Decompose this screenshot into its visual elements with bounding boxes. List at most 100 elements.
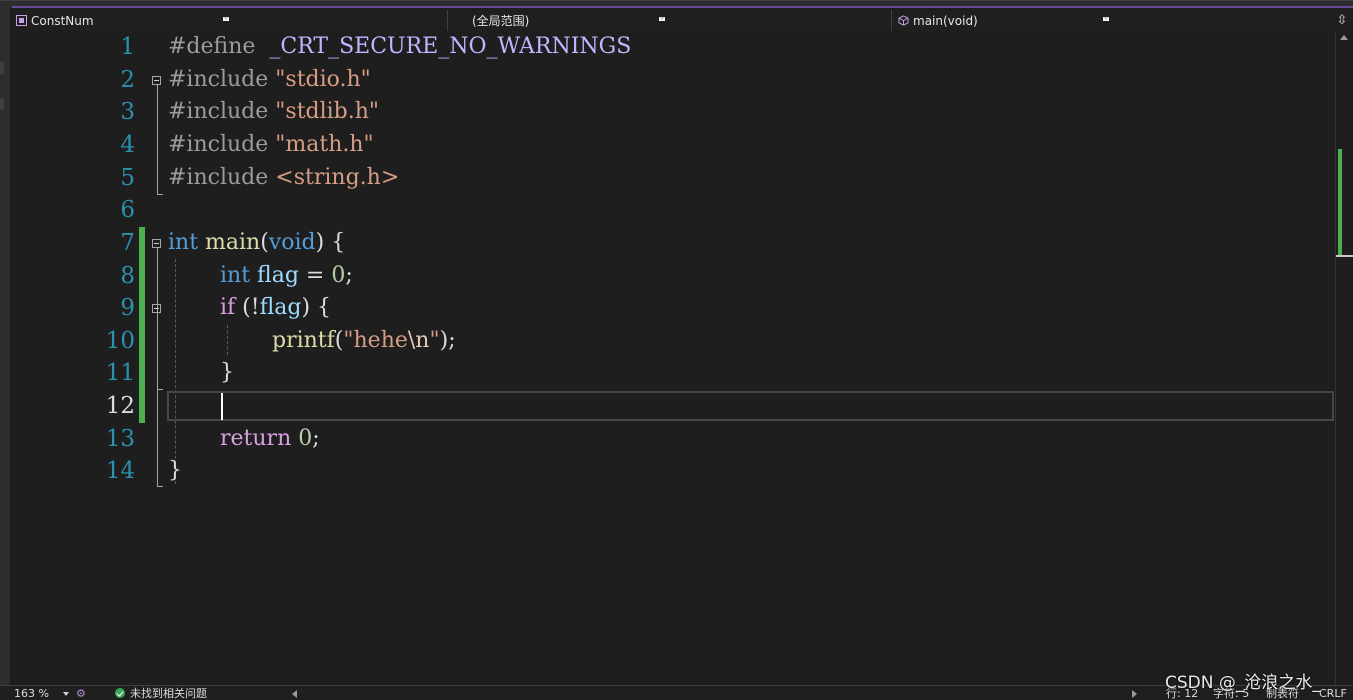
code-line-1: #define _CRT_SECURE_NO_WARNINGS <box>168 31 631 63</box>
issues-status[interactable]: 未找到相关问题 <box>130 687 207 700</box>
member-dropdown[interactable]: main(void) <box>892 10 1331 31</box>
scroll-up-icon[interactable] <box>1340 35 1348 40</box>
indent-guide <box>175 259 176 484</box>
punctuation: ) { <box>315 230 346 255</box>
punctuation: (! <box>235 295 260 320</box>
collapse-toggle-icon[interactable] <box>152 76 161 85</box>
variable: flag <box>259 295 302 320</box>
code-line-8: int flag = 0; <box>220 260 353 292</box>
scope-dropdown[interactable]: (全局范围) <box>448 10 892 31</box>
scroll-left-icon[interactable] <box>292 690 297 698</box>
punctuation: ); <box>439 328 456 353</box>
code-line-4: #include "math.h" <box>168 129 374 161</box>
line-number: 1 <box>120 34 135 60</box>
left-tool-strip <box>0 8 10 700</box>
line-number: 14 <box>105 458 135 484</box>
control-keyword: return <box>220 426 292 451</box>
punctuation: ( <box>260 230 269 255</box>
preprocessor-directive: #define <box>168 34 256 59</box>
keyword: int <box>168 230 199 255</box>
current-line-highlight <box>167 391 1334 421</box>
zoom-level[interactable]: 163 % <box>14 687 49 700</box>
code-line-2: #include "stdio.h" <box>168 64 371 96</box>
scope-label: (全局范围) <box>472 14 530 28</box>
code-line-7: int main(void) { <box>168 227 345 259</box>
escape-sequence: \n <box>407 328 430 353</box>
chevron-down-icon[interactable] <box>63 692 69 696</box>
include-file: <string.h> <box>275 165 400 190</box>
fold-region-line <box>157 313 158 389</box>
line-number: 3 <box>120 99 135 125</box>
chevron-down-icon <box>659 17 665 21</box>
scrollbar-change-marker <box>1338 149 1342 255</box>
project-dropdown[interactable]: ConstNum <box>12 10 448 31</box>
split-editor-button[interactable]: ⇳ <box>1331 10 1353 31</box>
number-literal: 0 <box>298 426 313 451</box>
scroll-right-icon[interactable] <box>1132 690 1137 698</box>
project-icon <box>16 15 27 26</box>
punctuation: ; <box>345 263 353 288</box>
window-top-border <box>0 0 1353 8</box>
line-number: 6 <box>120 197 135 223</box>
code-line-11: } <box>220 357 234 389</box>
code-line-9: if (!flag) { <box>220 292 331 324</box>
punctuation: ) { <box>301 295 332 320</box>
preprocessor-directive: #include <box>168 165 269 190</box>
line-number: 9 <box>120 295 135 321</box>
collapse-toggle-icon[interactable] <box>152 304 161 313</box>
fold-region-end <box>157 194 163 195</box>
preprocessor-directive: #include <box>168 67 269 92</box>
chevron-down-icon <box>1103 17 1109 21</box>
editor-status-bar: 163 % ⚙ 未找到相关问题 行: 12 字符: 5 制表符 CRLF <box>0 685 1353 700</box>
closing-brace: } <box>168 458 182 483</box>
include-file: "stdio.h" <box>275 67 371 92</box>
macro-name: _CRT_SECURE_NO_WARNINGS <box>269 34 632 59</box>
number-literal: 0 <box>331 263 346 288</box>
scrollbar-caret-marker <box>1336 255 1353 257</box>
navigation-bar: ConstNum (全局范围) main(void) ⇳ <box>12 10 1353 32</box>
include-file: "stdlib.h" <box>275 99 380 124</box>
line-number: 5 <box>120 165 135 191</box>
indent-guide <box>227 325 228 355</box>
function-name: main <box>205 230 261 255</box>
line-number-active: 12 <box>105 393 135 419</box>
line-number: 11 <box>105 360 135 386</box>
left-strip-marker <box>0 62 4 74</box>
project-name: ConstNum <box>31 13 94 28</box>
fold-region-end <box>157 486 163 487</box>
collapse-toggle-icon[interactable] <box>152 239 161 248</box>
closing-brace: } <box>220 360 234 385</box>
check-circle-icon <box>115 688 125 698</box>
vertical-scrollbar[interactable] <box>1335 31 1353 685</box>
line-number: 13 <box>105 426 135 452</box>
punctuation: ; <box>312 426 320 451</box>
code-line-3: #include "stdlib.h" <box>168 96 379 128</box>
left-strip-marker <box>0 98 4 110</box>
chevron-down-icon <box>223 17 229 21</box>
operator: = <box>298 263 332 288</box>
watermark: CSDN @_沧浪之水_ <box>1165 673 1321 693</box>
line-ending[interactable]: CRLF <box>1319 687 1347 700</box>
fold-region-line <box>157 85 158 194</box>
variable: flag <box>257 263 299 288</box>
keyword: void <box>268 230 316 255</box>
member-label: main(void) <box>913 13 978 28</box>
copilot-icon[interactable]: ⚙ <box>76 687 86 700</box>
code-line-5: #include <string.h> <box>168 162 399 194</box>
control-keyword: if <box>220 295 236 320</box>
split-icon: ⇳ <box>1336 13 1348 28</box>
code-editor[interactable]: 1 2 3 4 5 6 7 8 9 10 11 12 13 14 #define… <box>10 31 1335 685</box>
preprocessor-directive: #include <box>168 99 269 124</box>
line-number: 7 <box>120 230 135 256</box>
line-number: 4 <box>120 132 135 158</box>
change-indicator-bar <box>139 227 145 423</box>
string-literal: "hehe <box>343 328 408 353</box>
code-line-10: printf("hehe\n"); <box>272 325 456 357</box>
preprocessor-directive: #include <box>168 132 269 157</box>
code-line-13: return 0; <box>220 423 320 455</box>
code-line-14: } <box>168 455 182 487</box>
line-number: 8 <box>120 263 135 289</box>
method-icon <box>898 15 909 26</box>
fold-region-end <box>157 389 163 390</box>
line-number: 2 <box>120 67 135 93</box>
